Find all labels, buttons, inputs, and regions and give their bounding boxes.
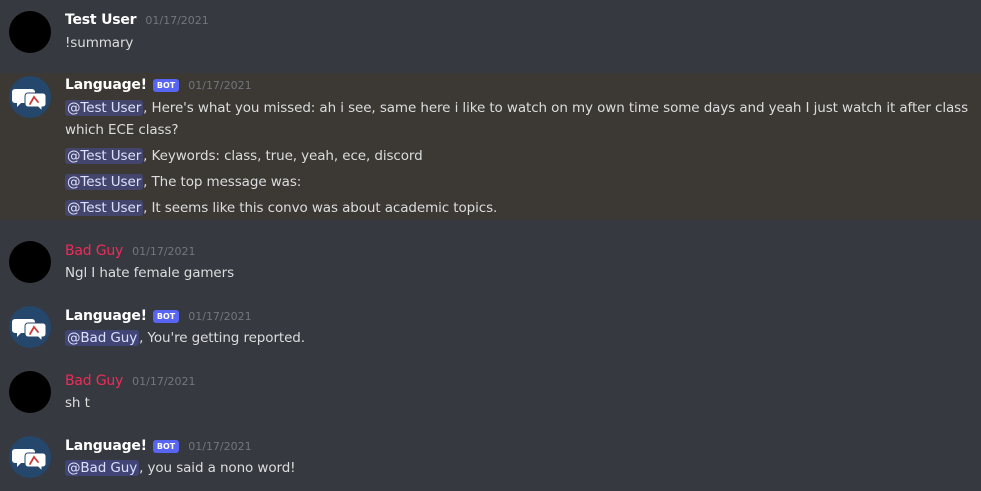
author-name[interactable]: Language! <box>65 77 147 93</box>
message-text: @Test User, It seems like this convo was… <box>65 197 497 219</box>
avatar[interactable] <box>9 306 51 348</box>
author-name[interactable]: Bad Guy <box>65 243 123 259</box>
message-text: sh t <box>65 395 90 411</box>
message-text: which ECE class? <box>65 122 179 138</box>
author-name[interactable]: Bad Guy <box>65 373 123 389</box>
message: Bad Guy 01/17/2021 Ngl I hate female gam… <box>0 232 981 292</box>
message-text: Ngl I hate female gamers <box>65 265 235 281</box>
message-text-body: , The top message was: <box>143 174 302 190</box>
timestamp: 01/17/2021 <box>132 374 196 388</box>
bot-badge: BOT <box>152 439 180 453</box>
message-highlighted: Language! BOT 01/17/2021 @Test User, Her… <box>0 73 981 220</box>
message-text: @Test User, Here's what you missed: ah i… <box>65 97 968 119</box>
avatar[interactable] <box>9 436 51 478</box>
message: Language! BOT 01/17/2021 @Bad Guy, you s… <box>0 427 981 487</box>
message-text: !summary <box>65 35 134 51</box>
user-mention[interactable]: @Bad Guy <box>65 330 140 346</box>
user-mention[interactable]: @Test User <box>65 200 144 216</box>
author-name[interactable]: Test User <box>65 12 137 28</box>
author-name[interactable]: Language! <box>65 438 147 454</box>
message-text-body: , Here's what you missed: ah i see, same… <box>143 100 969 116</box>
message: Language! BOT 01/17/2021 @Bad Guy, You'r… <box>0 297 981 357</box>
avatar[interactable] <box>9 11 51 53</box>
user-mention[interactable]: @Test User <box>65 174 144 190</box>
message-text: @Test User, The top message was: <box>65 171 301 193</box>
avatar[interactable] <box>9 371 51 413</box>
user-mention[interactable]: @Test User <box>65 100 144 116</box>
bot-badge: BOT <box>152 78 180 92</box>
bot-badge: BOT <box>152 309 180 323</box>
message: Bad Guy 01/17/2021 sh t <box>0 362 981 422</box>
timestamp: 01/17/2021 <box>132 244 196 258</box>
message-text-body: , You're getting reported. <box>139 330 305 346</box>
timestamp: 01/17/2021 <box>188 309 252 323</box>
timestamp: 01/17/2021 <box>188 78 252 92</box>
message-text-body: , you said a nono word! <box>139 460 296 476</box>
message-feed: Test User 01/17/2021 !summary Language! … <box>0 0 981 491</box>
speech-bubbles-icon <box>12 319 47 343</box>
user-mention[interactable]: @Test User <box>65 148 144 164</box>
avatar[interactable] <box>9 241 51 283</box>
message-text: @Test User, Keywords: class, true, yeah,… <box>65 145 423 167</box>
timestamp: 01/17/2021 <box>188 439 252 453</box>
avatar[interactable] <box>9 76 51 118</box>
author-name[interactable]: Language! <box>65 308 147 324</box>
timestamp: 01/17/2021 <box>145 13 209 27</box>
message-text: @Bad Guy, you said a nono word! <box>65 457 296 479</box>
user-mention[interactable]: @Bad Guy <box>65 460 140 476</box>
message-text-body: , Keywords: class, true, yeah, ece, disc… <box>143 148 423 164</box>
speech-bubbles-icon <box>12 449 47 473</box>
message-text-body: , It seems like this convo was about aca… <box>143 200 498 216</box>
message-text: @Bad Guy, You're getting reported. <box>65 327 305 349</box>
message: Test User 01/17/2021 !summary <box>0 0 981 70</box>
speech-bubbles-icon <box>12 89 47 113</box>
